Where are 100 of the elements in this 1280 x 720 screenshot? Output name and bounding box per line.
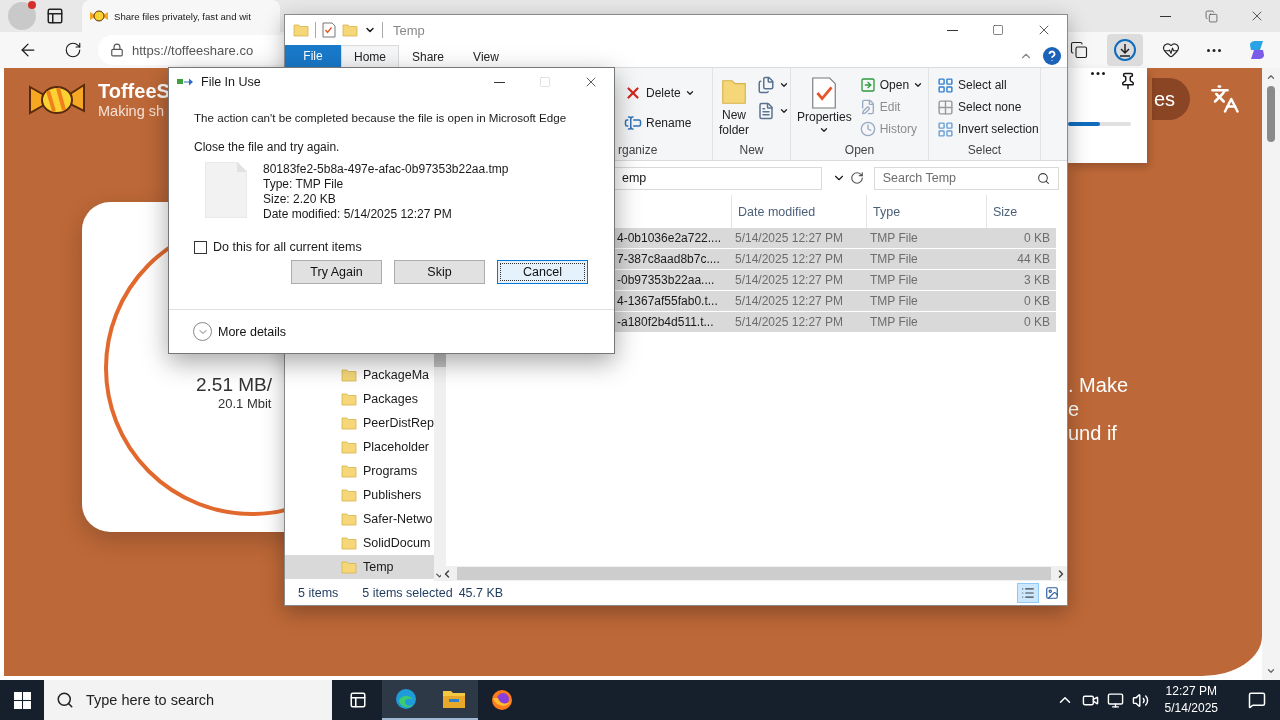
bitrate: 20.1 Mbit [218,396,272,411]
ribbon-tab[interactable]: File [285,45,341,67]
minimize-icon [1159,15,1171,17]
folder-icon [341,559,357,575]
download-icon [1113,38,1137,62]
ribbon-tab[interactable]: Home [341,45,399,67]
table-cell-text: 4-0b1036e2a722.... [616,231,723,245]
lock-icon [110,43,124,57]
heart-pulse-icon [1162,41,1180,59]
downloads-button[interactable] [1107,34,1143,66]
folder-icon [342,22,358,38]
profile-avatar[interactable] [8,2,36,30]
folder-icon [341,511,357,527]
ribbon-button[interactable]: Rename [622,112,697,134]
clock-icon [859,121,876,137]
rename-icon [624,114,642,132]
more-details-button[interactable]: More details [193,322,287,341]
notifications-icon [1248,691,1266,709]
ribbon-button[interactable]: Invert selection [935,118,1041,140]
nav-item[interactable]: Programs [285,459,434,483]
edge-taskbar-button[interactable] [382,680,430,720]
scrollbar-thumb[interactable] [457,567,1051,580]
apply-all-checkbox[interactable]: Do this for all current items [194,240,362,254]
checked-document-icon[interactable] [322,22,336,38]
edit-icon [859,99,876,115]
folder-icon [293,22,309,38]
file-icon [205,162,247,218]
scrollbar[interactable] [441,566,1067,581]
ribbon-button[interactable]: Select none [935,96,1041,118]
volume-icon[interactable] [1131,691,1149,709]
restore-icon [1204,9,1218,23]
translate-icon[interactable] [1210,84,1240,114]
browser-icon [490,688,514,712]
table-cell-text: TMP File [869,294,919,308]
network-icon[interactable] [1106,691,1124,709]
nav-item[interactable]: Packages [285,387,434,411]
nav-item[interactable]: Placeholder [285,435,434,459]
nav-button[interactable]: es [1152,78,1190,120]
task-view-icon [349,691,367,709]
help-icon[interactable] [1043,47,1061,65]
nav-item[interactable]: SolidDocum [285,531,434,555]
group-label: rganize [618,143,659,159]
ribbon-button[interactable]: New folder [719,72,749,138]
more-icon [1207,48,1221,52]
select-all-icon [937,76,954,94]
file-size: Size: 2.20 KB [263,192,337,207]
nav-item[interactable]: PeerDistRep [285,411,434,435]
nav-item[interactable]: Safer-Netwo [285,507,434,531]
file-name: 80183fe2-5b8a-497e-afac-0b97353b22aa.tmp [263,162,509,177]
ribbon-button[interactable]: Select all [935,74,1041,96]
document-icon [757,102,775,120]
table-cell-text: 5/14/2025 12:27 PM [734,231,845,245]
table-cell-text: -a180f2b4d511.t... [616,315,715,329]
folder-icon [341,439,357,455]
dialog-button[interactable]: Skip [394,260,485,284]
refresh-icon[interactable] [64,41,82,59]
scrollbar[interactable] [1262,68,1280,680]
folder-icon [341,367,357,383]
table-cell-text: 3 KB [1023,273,1051,287]
file-explorer-taskbar-button[interactable] [430,680,478,720]
more-icon[interactable] [1091,72,1105,75]
details-view-button[interactable] [1017,583,1039,603]
ribbon-button[interactable]: Open [857,74,926,96]
pin-icon[interactable] [1119,72,1137,90]
status-text: 5 items [298,586,339,600]
table-cell-text: 0 KB [1023,315,1051,329]
ribbon-button[interactable]: Properties [797,72,852,135]
refresh-icon[interactable] [849,171,864,185]
folder-icon [341,535,357,551]
folder-icon [341,415,357,431]
nav-item[interactable]: PackageMa [285,363,434,387]
browser-icon [394,687,418,711]
table-cell-text: 5/14/2025 12:27 PM [734,315,845,329]
taskbar-clock[interactable]: 12:27 PM 5/14/2025 [1156,683,1226,717]
file-date: Date modified: 5/14/2025 12:27 PM [263,207,453,222]
table-cell-text: 44 KB [1016,252,1051,266]
scrollbar-thumb[interactable] [1267,86,1275,142]
candy-icon [90,10,108,22]
table-cell-text: TMP File [869,315,919,329]
browser-tab[interactable]: Share files privately, fast and wit [82,0,280,32]
ribbon-button[interactable]: Delete [622,82,697,104]
invert-selection-icon [937,120,954,138]
nav-item[interactable]: Temp [285,555,434,579]
table-cell-text: TMP File [869,273,919,287]
folder-icon [442,689,466,709]
select-none-icon [937,98,954,116]
taskbar-search[interactable]: Type here to search [44,680,332,720]
cross-icon [624,84,642,102]
download-progress [1068,122,1131,126]
nav-item[interactable]: Publishers [285,483,434,507]
dialog-button[interactable]: Cancel [497,260,588,284]
list-icon [1021,586,1035,600]
dialog-button[interactable]: Try Again [291,260,382,284]
tab-actions-icon[interactable] [46,7,64,25]
folder-icon [341,463,357,479]
table-cell-text: 5/14/2025 12:27 PM [734,294,845,308]
page-text: e [1068,398,1080,421]
table-cell-text: 5/14/2025 12:27 PM [734,252,845,266]
search-field[interactable]: Search Temp [873,166,1059,190]
address-bar[interactable]: https://toffeeshare.co [98,35,284,65]
